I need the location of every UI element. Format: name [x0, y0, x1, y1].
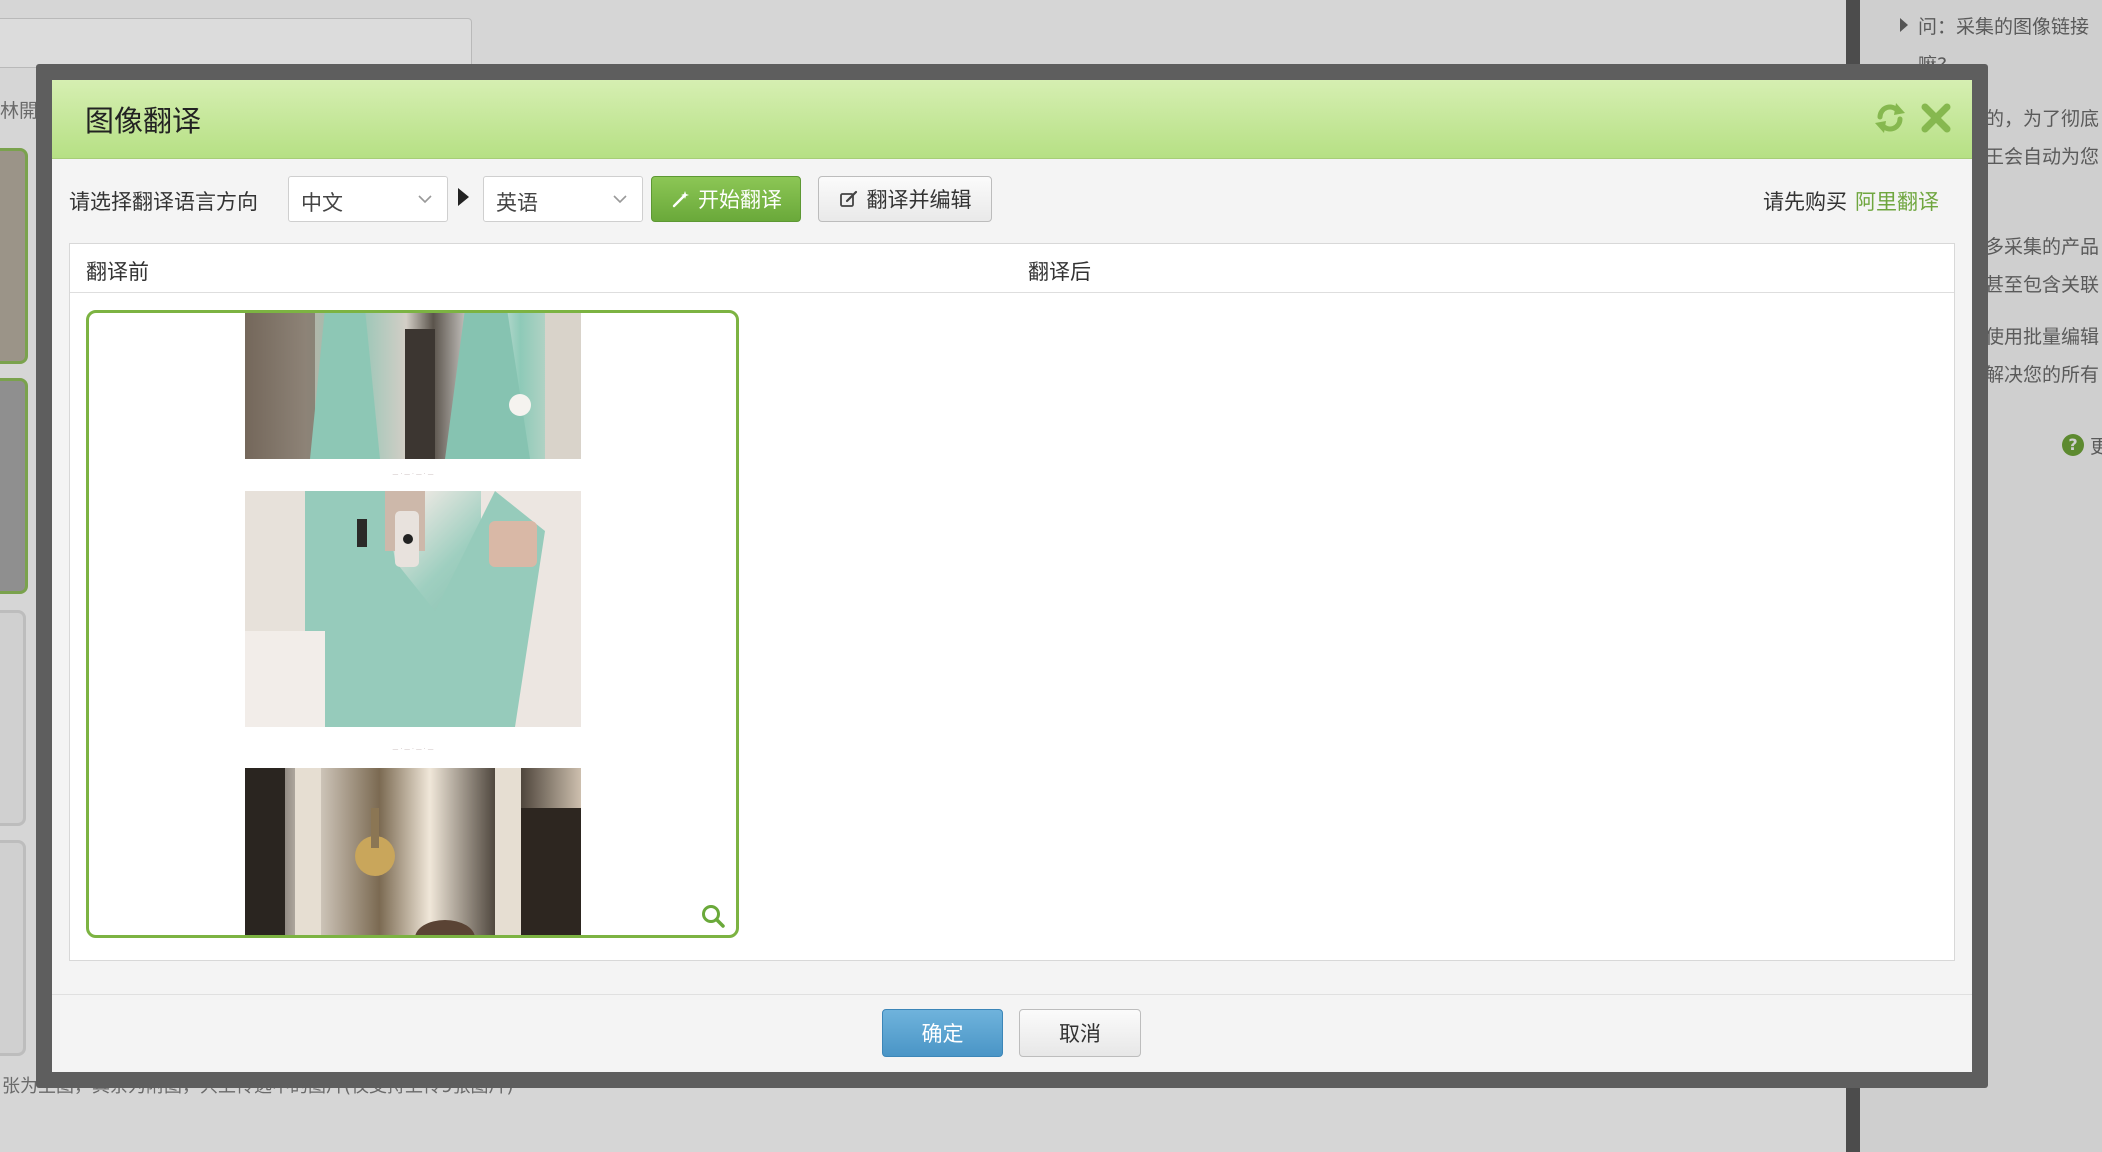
translation-table: 翻译前 翻译后 — · — · — · — — · — · — · — — [69, 243, 1955, 961]
interior-graphic — [245, 768, 581, 935]
photo-caption: — · — · — · — — [392, 471, 434, 478]
product-photo — [245, 768, 581, 935]
source-image-card[interactable]: — · — · — · — — · — · — · — — [86, 310, 739, 938]
faq-more-link: 更 — [2090, 436, 2102, 458]
background-thumbnail — [0, 378, 28, 594]
direction-arrow-icon — [458, 188, 469, 206]
start-translate-label: 开始翻译 — [698, 188, 782, 212]
magic-wand-icon — [672, 191, 689, 208]
purchase-prompt-text: 请先购买 — [1763, 190, 1847, 214]
product-photo — [245, 491, 581, 727]
zoom-icon[interactable] — [700, 903, 726, 929]
target-language-value: 英语 — [496, 191, 538, 215]
source-language-value: 中文 — [301, 191, 343, 215]
language-direction-label: 请选择翻译语言方向 — [69, 190, 258, 214]
dialog-footer — [52, 994, 1972, 1072]
table-header: 翻译前 翻译后 — [70, 244, 1954, 293]
source-language-select[interactable]: 中文 — [288, 176, 448, 222]
photo-caption: — · — · — · — — [392, 746, 434, 753]
translate-and-edit-label: 翻译并编辑 — [866, 188, 972, 212]
chevron-down-icon — [613, 195, 627, 204]
dress-figure-graphic — [245, 313, 581, 459]
caret-right-icon — [1900, 18, 1908, 32]
dress-figure-graphic — [245, 491, 581, 727]
help-icon: ? — [2062, 434, 2084, 456]
cancel-button[interactable]: 取消 — [1019, 1009, 1141, 1057]
edit-icon — [839, 190, 857, 207]
background-thumbnail — [0, 840, 26, 1056]
product-photo — [245, 313, 581, 459]
ali-translate-link[interactable]: 阿里翻译 — [1855, 190, 1939, 214]
purchase-prompt: 请先购买 阿里翻译 — [1763, 186, 1939, 216]
close-icon[interactable] — [1918, 100, 1954, 136]
background-input — [0, 18, 472, 68]
start-translate-button[interactable]: 开始翻译 — [651, 176, 801, 222]
background-thumbnail — [0, 148, 28, 364]
image-translate-dialog: 图像翻译 请选择翻译语言方向 中文 英语 开始翻译 翻译并编辑 请先购买 阿里翻… — [52, 80, 1972, 1072]
dialog-header: 图像翻译 — [52, 80, 1972, 159]
background-thumbnail — [0, 610, 26, 826]
column-header-before: 翻译前 — [86, 260, 149, 284]
ok-button[interactable]: 确定 — [882, 1009, 1003, 1057]
refresh-icon[interactable] — [1872, 100, 1908, 136]
faq-question: 问：采集的图像链接 — [1918, 16, 2090, 38]
column-header-after: 翻译后 — [1028, 260, 1091, 284]
chevron-down-icon — [418, 195, 432, 204]
translate-and-edit-button[interactable]: 翻译并编辑 — [818, 176, 992, 222]
dialog-title: 图像翻译 — [85, 104, 202, 138]
target-language-select[interactable]: 英语 — [483, 176, 643, 222]
